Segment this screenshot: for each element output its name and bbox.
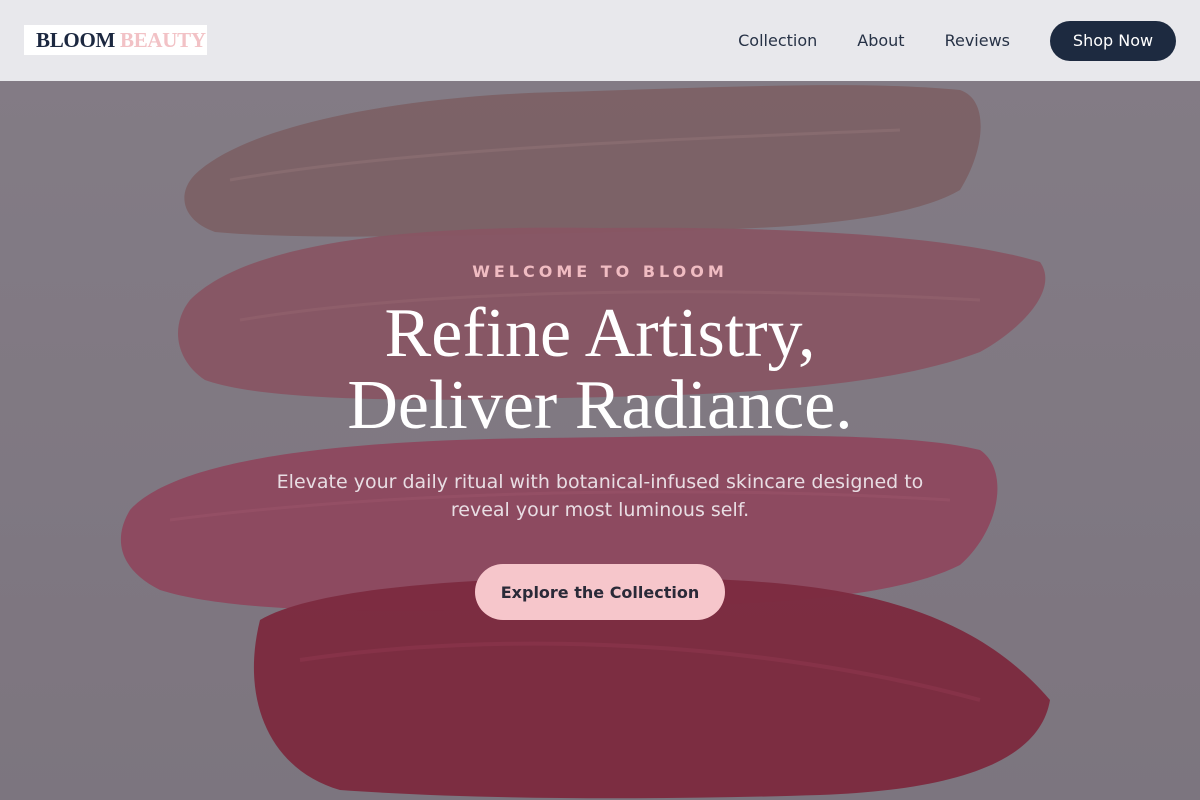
hero-headline: Refine Artistry, Deliver Radiance. (0, 298, 1200, 442)
explore-collection-button[interactable]: Explore the Collection (475, 564, 725, 620)
headline-line-1: Refine Artistry, (384, 295, 816, 372)
hero-subtext: Elevate your daily ritual with botanical… (276, 471, 924, 521)
nav-link-collection[interactable]: Collection (738, 31, 817, 50)
shop-now-button[interactable]: Shop Now (1050, 20, 1176, 61)
hero-section: WELCOME TO BLOOM Refine Artistry, Delive… (0, 0, 1200, 800)
nav-link-about[interactable]: About (857, 31, 904, 50)
headline-line-2: Deliver Radiance. (347, 367, 853, 444)
hero-eyebrow: WELCOME TO BLOOM (472, 262, 728, 281)
nav-links: Collection About Reviews Shop Now (738, 0, 1200, 81)
navbar: BLOOM BEAUTY Collection About Reviews Sh… (0, 0, 1200, 81)
brand-name-secondary: BEAUTY (120, 27, 206, 52)
nav-link-reviews[interactable]: Reviews (945, 31, 1010, 50)
page: BLOOM BEAUTY Collection About Reviews Sh… (0, 0, 1200, 800)
brand-name-primary: BLOOM (36, 27, 116, 52)
brand-logo[interactable]: BLOOM BEAUTY (24, 25, 207, 55)
